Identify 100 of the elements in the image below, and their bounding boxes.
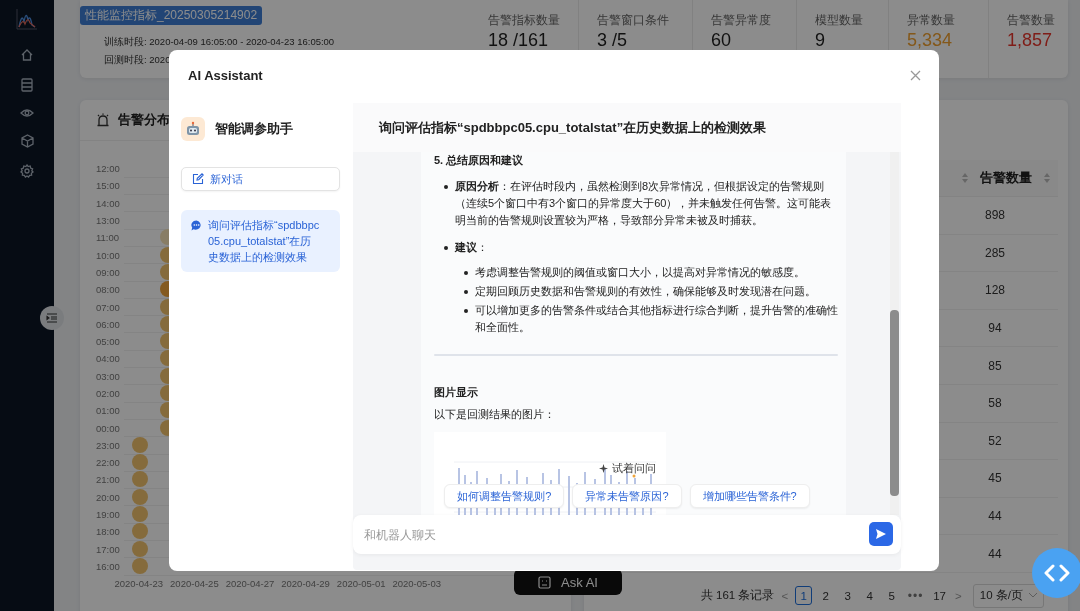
table-cell: 45 (988, 471, 1002, 486)
scrollbar[interactable] (890, 152, 899, 515)
page-button[interactable]: 1 (795, 586, 813, 606)
total-records: 共 161 条记录 (700, 588, 775, 604)
stat-value: 3 /5 (597, 30, 629, 50)
ask-ai-button[interactable]: Ask AI (514, 569, 622, 595)
robot-face-icon (538, 575, 552, 589)
page-button[interactable]: 3 (839, 586, 857, 606)
send-button[interactable] (869, 522, 893, 546)
axis-label: 2020-04-27 (224, 578, 276, 590)
axis-label: 19:00 (96, 509, 121, 521)
dialog-title: AI Assistant (188, 67, 263, 83)
table-cell: 44 (988, 546, 1002, 561)
table-cell: 94 (988, 321, 1002, 336)
card-title: 告警分布 (118, 111, 170, 129)
settings-icon[interactable] (20, 164, 34, 178)
column-header[interactable]: 告警数量 (980, 169, 1032, 187)
axis-label: 18:00 (96, 526, 121, 538)
axis-label: 17:00 (96, 543, 121, 555)
stat-label: 告警窗口条件 (597, 12, 670, 29)
new-chat-button[interactable]: 新对话 (181, 167, 340, 191)
edit-icon (192, 173, 204, 185)
bullet-text: 原因分析：在评估时段内，虽然检测到8次异常情况，但根据设定的告警规则（连续5个窗口中有3个窗口的异常度大于60），并未触发任何告警。这可能表明当前的告警规则设置较为严格，导致部分异常未被及时捕获。 (455, 179, 833, 228)
bullet-text: 定期回顾历史数据和告警规则的有效性，确保能够及时发现潜在问题。 (475, 284, 816, 299)
table-cell: 52 (988, 433, 1002, 448)
suggestion-chip[interactable]: 异常未告警原因? (572, 484, 682, 508)
list-icon[interactable] (21, 78, 33, 92)
bullet-icon (444, 246, 448, 250)
axis-label: 06:00 (96, 318, 121, 330)
bullet-icon (444, 185, 448, 189)
axis-label: 2020-05-01 (335, 578, 387, 590)
stat-value: 9 (815, 30, 826, 50)
axis-label: 15:00 (96, 180, 121, 192)
section-heading: 5. 总结原因和建议 (434, 153, 525, 168)
stat-label: 告警异常度 (711, 12, 772, 29)
axis-label: 03:00 (96, 370, 121, 382)
table-cell: 85 (988, 358, 1002, 373)
bullet-icon (464, 271, 468, 275)
message-paragraph: 以下是回测结果的图片： (434, 407, 556, 422)
axis-label: 2020-04-29 (280, 578, 331, 590)
axis-label: 10:00 (96, 249, 121, 261)
axis-label: 01:00 (96, 405, 121, 417)
stat-value: 18 /161 (488, 30, 550, 50)
bullet-icon (464, 290, 468, 294)
axis-label: 2020-04-25 (169, 578, 220, 590)
axis-label: 11:00 (96, 232, 121, 244)
page-ellipsis[interactable]: ••• (905, 585, 927, 607)
bullet-text: 可以增加更多的告警条件或结合其他指标进行综合判断，提升告警的准确性和全面性。 (475, 303, 838, 335)
axis-label: 2020-04-23 (113, 578, 165, 590)
page-button[interactable]: 2 (817, 586, 835, 606)
axis-label: 12:00 (96, 163, 121, 175)
suggestion-chip[interactable]: 增加哪些告警条件? (689, 484, 810, 508)
bubble-marker (132, 454, 148, 471)
axis-label: 23:00 (96, 439, 121, 451)
cube-icon[interactable] (20, 134, 34, 148)
conversation-item[interactable]: 询问评估指标“spdbbpc05.cpu_totalstat”在历史数据上的检测效果 (181, 210, 340, 272)
page-button[interactable]: 4 (861, 586, 879, 606)
table-cell: 898 (985, 208, 1005, 223)
bubble-marker (132, 523, 148, 540)
period-text: 训练时段: 2020-04-09 16:05:00 - 2020-04-23 16:05:00 (104, 36, 335, 49)
logo-icon (16, 8, 38, 30)
axis-label: 16:00 (96, 560, 121, 572)
page-button[interactable]: 17 (931, 586, 949, 606)
code-icon (1043, 564, 1071, 582)
section-heading: 图片显示 (434, 385, 479, 400)
axis-label: 09:00 (96, 266, 121, 278)
chat-input[interactable]: 和机器人聊天 (353, 515, 901, 554)
axis-label: 08:00 (96, 284, 121, 296)
suggestion-chip[interactable]: 如何调整告警规则? (444, 484, 565, 508)
stat-label: 异常数量 (907, 12, 956, 29)
axis-label: 21:00 (96, 474, 121, 486)
bullet-text: 考虑调整告警规则的阈值或窗口大小，以提高对异常情况的敏感度。 (475, 265, 805, 280)
stat-label: 模型数量 (815, 12, 864, 29)
assistant-name: 智能调参助手 (215, 120, 293, 138)
indent-icon (46, 313, 58, 323)
home-icon[interactable] (20, 48, 34, 62)
bullet-icon (464, 309, 468, 313)
chat-bubble-icon (191, 220, 202, 231)
page-button[interactable]: 5 (883, 586, 901, 606)
stat-label: 告警数量 (1007, 12, 1056, 29)
table-cell: 44 (988, 509, 1002, 524)
sparkle-icon (598, 464, 608, 473)
eye-icon[interactable] (20, 108, 34, 118)
axis-label: 2020-05-03 (391, 578, 443, 590)
collapse-toggle[interactable] (40, 306, 64, 330)
axis-label: 05:00 (96, 336, 121, 348)
bubble-marker (132, 471, 148, 488)
axis-label: 22:00 (96, 457, 121, 469)
bullet-text: 建议： (455, 240, 488, 255)
stat-value: 1,857 (1007, 30, 1054, 50)
stat-value: 5,334 (907, 30, 954, 50)
chat-title: 询问评估指标“spdbbpc05.cpu_totalstat”在历史数据上的检测效果 (353, 103, 901, 152)
axis-label: 00:00 (96, 422, 121, 434)
axis-label: 02:00 (96, 388, 121, 399)
axis-label: 20:00 (96, 491, 121, 503)
axis-label: 14:00 (96, 197, 121, 209)
suggestion-label: 试着问问 (611, 461, 656, 476)
alarm-bell-icon (96, 113, 110, 127)
stat-value: 60 (711, 30, 733, 50)
robot-icon (181, 117, 205, 141)
